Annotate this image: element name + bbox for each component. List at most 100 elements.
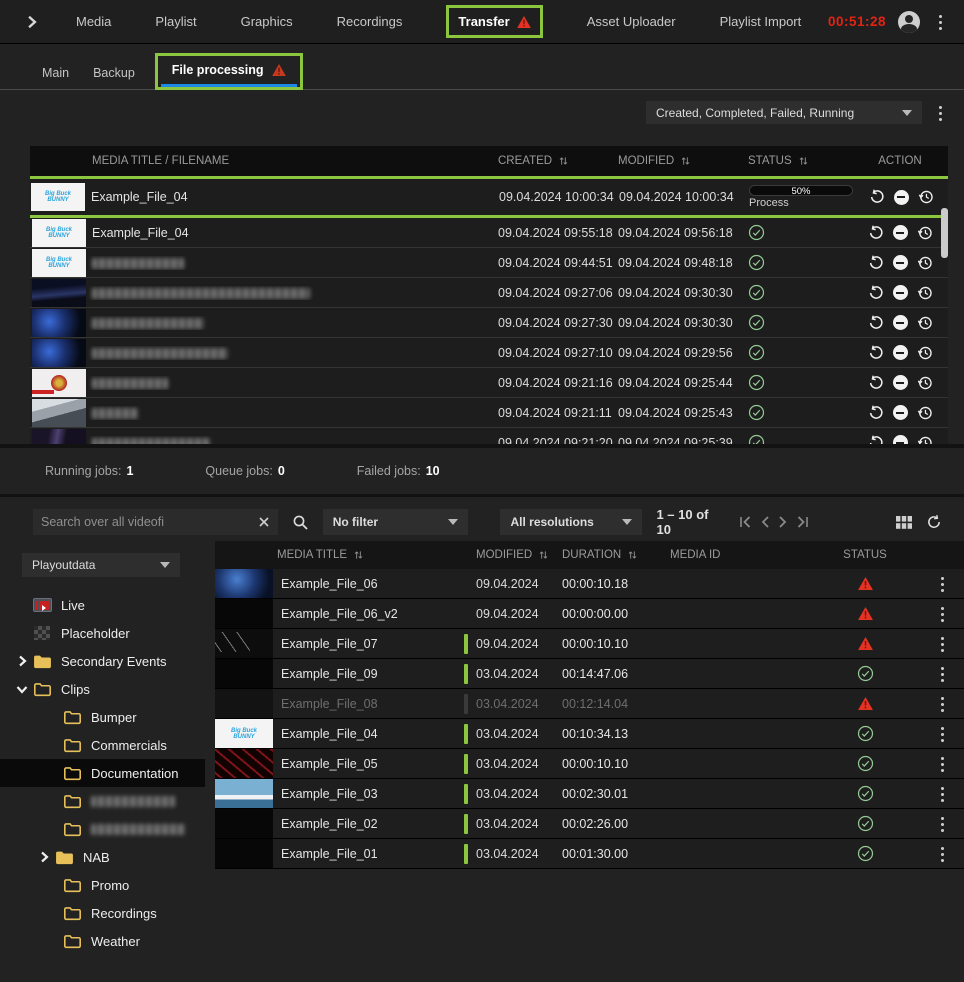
- tab-main[interactable]: Main: [30, 60, 81, 90]
- nav-media[interactable]: Media: [76, 14, 111, 29]
- row-menu-icon[interactable]: [934, 575, 950, 593]
- cancel-icon[interactable]: [893, 435, 908, 444]
- chevron-down-icon[interactable]: [12, 684, 32, 695]
- clear-search-icon[interactable]: [258, 516, 270, 528]
- search-icon[interactable]: [292, 514, 309, 531]
- history-icon[interactable]: [917, 315, 933, 331]
- retry-icon[interactable]: [868, 225, 884, 241]
- scrollbar[interactable]: [941, 208, 948, 258]
- topbar-menu-icon[interactable]: [932, 13, 948, 31]
- nav-transfer[interactable]: Transfer: [446, 5, 542, 38]
- row-menu-icon[interactable]: [934, 605, 950, 623]
- search-input[interactable]: [41, 515, 258, 529]
- col-media-title-filename[interactable]: MEDIA TITLE / FILENAME: [88, 155, 498, 167]
- col-duration[interactable]: DURATION: [562, 549, 670, 561]
- retry-icon[interactable]: [869, 189, 885, 205]
- grid-view-icon[interactable]: [896, 516, 912, 529]
- nav-recordings[interactable]: Recordings: [337, 14, 403, 29]
- tree-item-commercials[interactable]: Commercials: [0, 731, 205, 759]
- history-icon[interactable]: [917, 435, 933, 445]
- media-row[interactable]: Example_File_09 03.04.2024 00:14:47.06: [215, 659, 964, 689]
- row-menu-icon[interactable]: [934, 665, 950, 683]
- col-status[interactable]: STATUS: [810, 549, 920, 561]
- row-menu-icon[interactable]: [934, 695, 950, 713]
- history-icon[interactable]: [917, 345, 933, 361]
- tree-item-redacted[interactable]: [0, 787, 205, 815]
- last-page-icon[interactable]: [795, 515, 810, 529]
- status-filter-select[interactable]: Created, Completed, Failed, Running: [646, 101, 922, 124]
- transfer-row[interactable]: Big Buck BUNNY 09.04.2024 09:44:51 09.04…: [30, 248, 948, 278]
- tab-backup[interactable]: Backup: [81, 60, 147, 90]
- tree-item-nab[interactable]: NAB: [0, 843, 205, 871]
- nav-asset-uploader[interactable]: Asset Uploader: [587, 14, 676, 29]
- transfer-row[interactable]: 09.04.2024 09:21:20 09.04.2024 09:25:39: [30, 428, 948, 444]
- resolution-select[interactable]: All resolutions: [500, 509, 642, 535]
- root-folder-select[interactable]: Playoutdata: [22, 553, 180, 577]
- media-row[interactable]: Example_File_06 09.04.2024 00:00:10.18: [215, 569, 964, 599]
- row-menu-icon[interactable]: [934, 635, 950, 653]
- user-avatar-icon[interactable]: [898, 11, 920, 33]
- tree-item-placeholder[interactable]: Placeholder: [0, 619, 205, 647]
- cancel-icon[interactable]: [893, 375, 908, 390]
- history-icon[interactable]: [917, 285, 933, 301]
- tab-file-processing[interactable]: File processing: [155, 53, 303, 90]
- media-row[interactable]: Example_File_05 03.04.2024 00:00:10.10: [215, 749, 964, 779]
- col-created[interactable]: CREATED: [498, 155, 618, 167]
- cancel-icon[interactable]: [893, 285, 908, 300]
- retry-icon[interactable]: [868, 435, 884, 445]
- transfer-row[interactable]: Big Buck BUNNY Example_File_04 09.04.202…: [30, 179, 948, 215]
- transfer-row[interactable]: 09.04.2024 09:27:06 09.04.2024 09:30:30: [30, 278, 948, 308]
- row-menu-icon[interactable]: [934, 815, 950, 833]
- filter-menu-icon[interactable]: [932, 104, 948, 122]
- col-media-id[interactable]: MEDIA ID: [670, 549, 810, 561]
- media-row[interactable]: Example_File_07 09.04.2024 00:00:10.10: [215, 629, 964, 659]
- retry-icon[interactable]: [868, 285, 884, 301]
- cancel-icon[interactable]: [893, 315, 908, 330]
- nav-playlist-import[interactable]: Playlist Import: [720, 14, 802, 29]
- history-icon[interactable]: [918, 189, 934, 205]
- transfer-row[interactable]: 09.04.2024 09:21:16 09.04.2024 09:25:44: [30, 368, 948, 398]
- cancel-icon[interactable]: [894, 190, 909, 205]
- tree-item-bumper[interactable]: Bumper: [0, 703, 205, 731]
- cancel-icon[interactable]: [893, 405, 908, 420]
- media-row[interactable]: Example_File_02 03.04.2024 00:02:26.00: [215, 809, 964, 839]
- prev-page-icon[interactable]: [759, 515, 771, 529]
- cancel-icon[interactable]: [893, 225, 908, 240]
- first-page-icon[interactable]: [738, 515, 753, 529]
- history-icon[interactable]: [917, 225, 933, 241]
- media-row[interactable]: Example_File_03 03.04.2024 00:02:30.01: [215, 779, 964, 809]
- cancel-icon[interactable]: [893, 345, 908, 360]
- tree-item-live[interactable]: Live: [0, 591, 205, 619]
- retry-icon[interactable]: [868, 315, 884, 331]
- retry-icon[interactable]: [868, 405, 884, 421]
- next-page-icon[interactable]: [777, 515, 789, 529]
- transfer-row[interactable]: 09.04.2024 09:27:30 09.04.2024 09:30:30: [30, 308, 948, 338]
- media-row[interactable]: Example_File_08 03.04.2024 00:12:14.04: [215, 689, 964, 719]
- expand-nav-icon[interactable]: [26, 15, 38, 29]
- history-icon[interactable]: [917, 375, 933, 391]
- col-status[interactable]: STATUS: [740, 155, 852, 167]
- media-row[interactable]: Big Buck BUNNY Example_File_04 03.04.202…: [215, 719, 964, 749]
- transfer-row[interactable]: 09.04.2024 09:27:10 09.04.2024 09:29:56: [30, 338, 948, 368]
- filter-select[interactable]: No filter: [323, 509, 469, 535]
- media-row[interactable]: Example_File_06_v2 09.04.2024 00:00:00.0…: [215, 599, 964, 629]
- media-row[interactable]: Example_File_01 03.04.2024 00:01:30.00: [215, 839, 964, 869]
- retry-icon[interactable]: [868, 345, 884, 361]
- nav-graphics[interactable]: Graphics: [241, 14, 293, 29]
- col-modified[interactable]: MODIFIED: [476, 549, 562, 561]
- history-icon[interactable]: [917, 405, 933, 421]
- transfer-row[interactable]: Big Buck BUNNY Example_File_04 09.04.202…: [30, 218, 948, 248]
- tree-item-weather[interactable]: Weather: [0, 927, 205, 955]
- history-icon[interactable]: [917, 255, 933, 271]
- tree-item-clips[interactable]: Clips: [0, 675, 205, 703]
- tree-item-recordings[interactable]: Recordings: [0, 899, 205, 927]
- tree-item-documentation[interactable]: Documentation: [0, 759, 205, 787]
- refresh-icon[interactable]: [926, 514, 942, 530]
- retry-icon[interactable]: [868, 375, 884, 391]
- chevron-right-icon[interactable]: [34, 851, 54, 863]
- tree-item-redacted[interactable]: [0, 815, 205, 843]
- row-menu-icon[interactable]: [934, 755, 950, 773]
- chevron-right-icon[interactable]: [12, 655, 32, 667]
- row-menu-icon[interactable]: [934, 785, 950, 803]
- tree-item-promo[interactable]: Promo: [0, 871, 205, 899]
